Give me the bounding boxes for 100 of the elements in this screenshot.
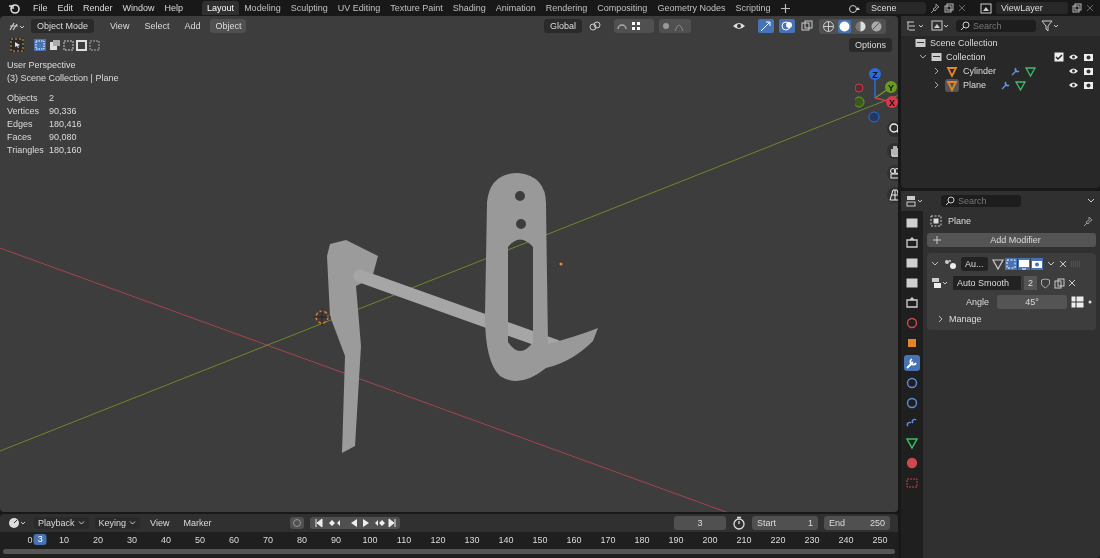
search-field[interactable]: Search xyxy=(958,196,1016,206)
expand-toggle-icon[interactable] xyxy=(933,67,941,75)
workspace-tab[interactable]: Geometry Nodes xyxy=(652,1,731,15)
menu-item[interactable]: Edit xyxy=(54,3,77,13)
menu-item[interactable]: Help xyxy=(161,3,187,13)
menu-item[interactable]: Add xyxy=(179,19,206,33)
mesh-object-icon[interactable] xyxy=(945,78,959,92)
proportional-edit-icon[interactable] xyxy=(659,19,691,33)
world-tab-icon[interactable] xyxy=(904,315,920,331)
workspace-tab[interactable]: Sculpting xyxy=(285,1,333,15)
gizmo-toggle-icon[interactable] xyxy=(758,19,774,33)
start-frame-field[interactable]: Start 1 xyxy=(752,516,818,530)
display-mode-icon[interactable] xyxy=(931,20,951,32)
workspace-tab[interactable]: Layout xyxy=(202,1,240,15)
angle-field[interactable]: 45° xyxy=(997,295,1067,309)
keyframe-dot-icon[interactable] xyxy=(1088,300,1092,304)
edit-mode-icon[interactable] xyxy=(1004,258,1017,270)
material-shading-icon[interactable] xyxy=(854,19,867,33)
tree-item-label[interactable]: Plane xyxy=(963,80,987,90)
scene-field[interactable]: Scene xyxy=(866,2,926,14)
copy-icon[interactable] xyxy=(1072,3,1082,13)
workspace-tab[interactable]: Texture Paint xyxy=(385,1,448,15)
selection-mode-icons[interactable] xyxy=(34,39,100,51)
shading-buttons[interactable] xyxy=(819,18,886,34)
user-count[interactable]: 2 xyxy=(1024,276,1037,290)
material-tab-icon[interactable] xyxy=(904,455,920,471)
expand-toggle-icon[interactable] xyxy=(919,53,927,61)
rendered-shading-icon[interactable] xyxy=(870,19,883,33)
view-tab-icon[interactable] xyxy=(904,275,920,291)
overlay-toggle-icon[interactable] xyxy=(779,19,795,33)
solid-shading-icon[interactable] xyxy=(838,19,851,33)
menu-item[interactable]: Render xyxy=(80,3,116,13)
editor-type-icon[interactable] xyxy=(906,20,926,32)
menu-item[interactable]: Keying xyxy=(94,517,141,529)
menu-item[interactable]: View xyxy=(146,517,174,529)
search-box[interactable]: Search xyxy=(941,195,1021,207)
expand-toggle-icon[interactable] xyxy=(937,315,945,323)
navigation-gizmo[interactable]: Z Y X xyxy=(855,62,898,126)
workspace-tab[interactable]: Rendering xyxy=(540,1,593,15)
orientation-dropdown[interactable]: Global xyxy=(544,19,582,33)
workspace-tab[interactable]: Shading xyxy=(447,1,491,15)
close-icon[interactable] xyxy=(958,4,966,12)
menu-item[interactable]: File xyxy=(30,3,51,13)
copy-icon[interactable] xyxy=(1054,277,1065,289)
playback-controls-icons[interactable] xyxy=(309,517,400,529)
blender-logo-icon[interactable] xyxy=(8,2,20,14)
tree-item-label[interactable]: Cylinder xyxy=(963,66,996,76)
current-frame-field[interactable]: 3 xyxy=(674,516,726,530)
scrollbar[interactable] xyxy=(3,549,895,554)
eye-icon[interactable] xyxy=(1068,52,1079,62)
xray-icon[interactable] xyxy=(800,19,814,33)
menu-item[interactable]: Marker xyxy=(179,517,216,529)
menu-item[interactable]: Object xyxy=(210,19,247,33)
options-dropdown[interactable]: Options xyxy=(848,38,892,52)
close-icon[interactable] xyxy=(1086,4,1094,12)
node-tree-icon[interactable] xyxy=(931,277,949,289)
search-field[interactable]: Search xyxy=(973,21,1031,31)
add-modifier-button[interactable]: Add Modifier xyxy=(927,233,1096,247)
modifier-tab-icon[interactable] xyxy=(904,355,920,371)
eye-icon[interactable] xyxy=(1068,80,1079,90)
view-layer-icon[interactable] xyxy=(980,2,992,14)
menu-item[interactable]: Window xyxy=(119,3,158,13)
workspace-tab[interactable]: Compositing xyxy=(592,1,653,15)
shield-icon[interactable] xyxy=(1040,277,1051,289)
snap-icon[interactable] xyxy=(614,19,654,33)
clock-icon[interactable] xyxy=(8,517,28,529)
modifier-name-field[interactable]: Au... xyxy=(961,257,988,271)
chevron-down-icon[interactable] xyxy=(1087,197,1095,205)
data-tab-icon[interactable] xyxy=(904,435,920,451)
expand-toggle-icon[interactable] xyxy=(933,81,941,89)
manage-subpanel-header[interactable]: Manage xyxy=(949,314,982,324)
mode-dropdown[interactable]: Object Mode xyxy=(31,19,95,33)
view-layer-field[interactable]: ViewLayer xyxy=(996,2,1068,14)
stopwatch-icon[interactable] xyxy=(732,516,746,530)
monitor-icon[interactable] xyxy=(1017,258,1030,270)
output-tab-icon[interactable] xyxy=(904,255,920,271)
eye-icon[interactable] xyxy=(1068,66,1079,76)
menu-item[interactable]: View xyxy=(105,19,135,33)
select-tool-icon[interactable] xyxy=(10,38,24,52)
node-group-field[interactable]: Auto Smooth xyxy=(953,276,1021,290)
search-box[interactable]: Search xyxy=(956,20,1036,32)
tool-tab-icon[interactable] xyxy=(904,215,920,231)
record-icon[interactable] xyxy=(289,517,304,529)
3d-viewport[interactable]: Object Mode View Select Add Object Global Options User Perspective (3) Scene Collection | Plane Objects 2 Vertices 90,336 Edges 180,416 Faces 90,080 Triangles 180,160 Z Y X xyxy=(0,16,898,512)
filter-icon[interactable] xyxy=(1041,20,1059,32)
end-frame-field[interactable]: End 250 xyxy=(824,516,890,530)
tree-item-label[interactable]: Scene Collection xyxy=(930,38,998,48)
expand-toggle-icon[interactable] xyxy=(931,260,939,268)
playhead[interactable]: 3 xyxy=(33,534,47,545)
workspace-tab[interactable]: Scripting xyxy=(730,1,776,15)
copy-icon[interactable] xyxy=(944,3,954,13)
workspace-tab[interactable]: Modeling xyxy=(239,1,286,15)
render-tab-icon[interactable] xyxy=(904,235,920,251)
mesh-object-icon[interactable] xyxy=(945,64,959,78)
wireframe-shading-icon[interactable] xyxy=(822,19,835,33)
tree-item-label[interactable]: Collection xyxy=(946,52,986,62)
workspace-tab[interactable]: Animation xyxy=(490,1,541,15)
editor-type-icon[interactable] xyxy=(8,20,26,32)
workspace-tab[interactable]: UV Editing xyxy=(332,1,386,15)
pin-icon[interactable] xyxy=(930,3,940,13)
